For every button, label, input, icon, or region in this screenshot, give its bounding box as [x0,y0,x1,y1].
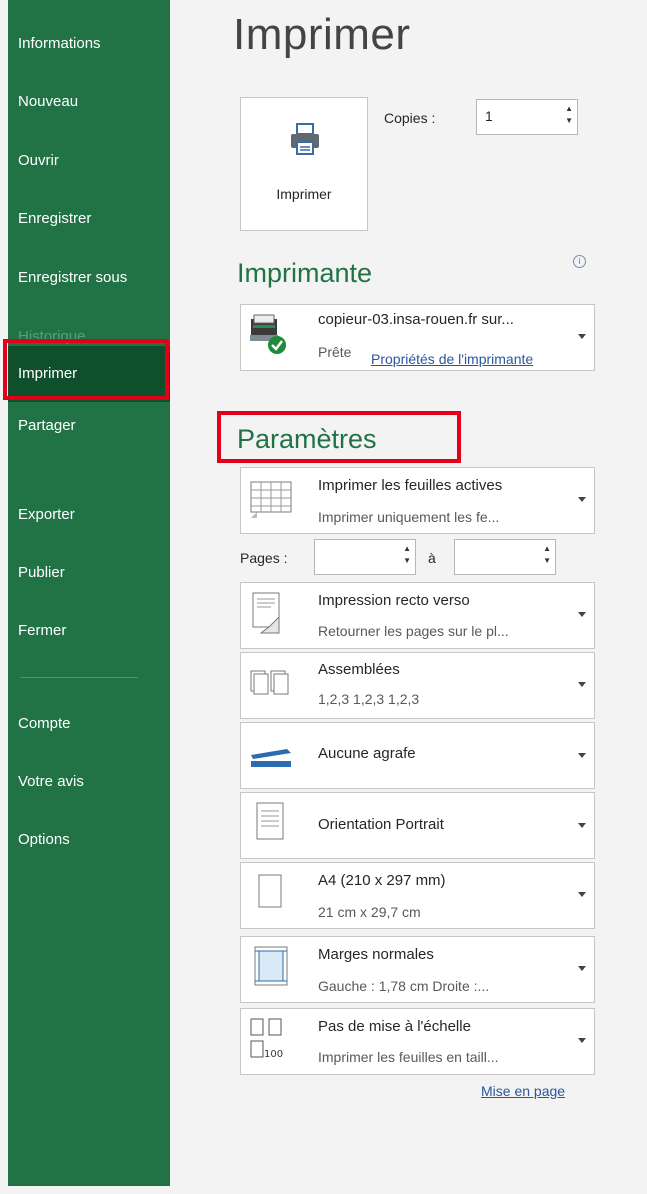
nav-nouveau[interactable]: Nouveau [18,82,78,122]
nav-separator [20,677,138,678]
staple-line1: Aucune agrafe [318,745,416,762]
printer-ready-icon [250,314,286,354]
copies-label: Copies : [384,110,436,126]
print-button-label: Imprimer [276,186,332,202]
collate-line1: Assemblées [318,661,400,678]
printer-section-title: Imprimante [237,258,373,288]
nav-imprimer[interactable]: Imprimer [8,346,170,402]
orientation-line1: Orientation Portrait [318,816,444,833]
settings-section-title: Paramètres [237,424,377,454]
margins-line1: Marges normales [318,946,434,963]
pages-to-label: à [428,550,436,566]
pages-from-input[interactable]: ▲ ▼ [314,539,416,575]
chevron-down-icon [578,753,586,758]
info-icon[interactable]: i [573,255,586,268]
chevron-down-icon [578,334,586,339]
scope-line2: Imprimer uniquement les fe... [318,509,500,525]
nav-votre-avis[interactable]: Votre avis [18,762,84,802]
printer-properties-link[interactable]: Propriétés de l'imprimante [371,351,533,367]
chevron-down-icon [578,966,586,971]
print-button[interactable]: Imprimer [240,97,368,231]
paper-line2: 21 cm x 29,7 cm [318,904,421,920]
nav-enregistrer-sous[interactable]: Enregistrer sous [18,258,127,298]
margins-line2: Gauche : 1,78 cm Droite :... [318,978,490,994]
chevron-down-icon [578,612,586,617]
print-scope-dropdown[interactable]: Imprimer les feuilles actives Imprimer u… [240,467,595,534]
stepper-arrows-icon[interactable]: ▲ ▼ [565,103,573,127]
stapler-icon [251,749,291,767]
backstage-sidebar: Informations Nouveau Ouvrir Enregistrer … [8,0,170,1186]
stepper-arrows-icon[interactable]: ▲ ▼ [543,543,551,567]
duplex-dropdown[interactable]: Impression recto verso Retourner les pag… [240,582,595,649]
collate-dropdown[interactable]: Assemblées 1,2,3 1,2,3 1,2,3 [240,652,595,719]
nav-publier[interactable]: Publier [18,553,65,593]
chevron-down-icon [578,497,586,502]
paper-size-dropdown[interactable]: A4 (210 x 297 mm) 21 cm x 29,7 cm [240,862,595,929]
paper-line1: A4 (210 x 297 mm) [318,872,446,889]
duplex-line2: Retourner les pages sur le pl... [318,623,509,639]
blank-page-icon [258,874,282,908]
pages-to-input[interactable]: ▲ ▼ [454,539,556,575]
spreadsheet-grid-icon [250,481,292,518]
stepper-arrows-icon[interactable]: ▲ ▼ [403,543,411,567]
scaling-line2: Imprimer les feuilles en taill... [318,1049,499,1065]
copies-stepper[interactable]: 1 ▲ ▼ [476,99,578,135]
portrait-page-icon [256,802,284,840]
nav-ouvrir[interactable]: Ouvrir [18,141,59,181]
nav-fermer[interactable]: Fermer [18,611,66,651]
pages-label: Pages : [240,550,288,566]
scaling-dropdown[interactable]: 100 Pas de mise à l'échelle Imprimer les… [240,1008,595,1075]
scope-line1: Imprimer les feuilles actives [318,477,503,494]
scaling-icon-text: 100 [264,1049,283,1060]
chevron-down-icon [578,823,586,828]
chevron-down-icon [578,892,586,897]
print-panel: Imprimer Imprimer Copies : 1 ▲ ▼ Impriman… [170,0,647,1194]
nav-exporter[interactable]: Exporter [18,495,75,535]
margins-dropdown[interactable]: Marges normales Gauche : 1,78 cm Droite … [240,936,595,1003]
nav-partager[interactable]: Partager [18,406,76,446]
page-setup-link[interactable]: Mise en page [481,1083,565,1099]
nav-options[interactable]: Options [18,820,70,860]
page-title: Imprimer [233,10,411,59]
nav-compte[interactable]: Compte [18,704,71,744]
collated-pages-icon [250,670,289,695]
duplex-page-icon [252,592,280,634]
printer-name: copieur-03.insa-rouen.fr sur... [318,311,514,328]
copies-value: 1 [485,108,493,124]
printer-icon [291,123,319,155]
chevron-down-icon [578,1038,586,1043]
chevron-down-icon [578,682,586,687]
collate-line2: 1,2,3 1,2,3 1,2,3 [318,691,420,707]
scaling-100-icon: 100 [250,1018,283,1060]
scaling-line1: Pas de mise à l'échelle [318,1018,471,1035]
page-margins-icon [254,946,288,986]
printer-status: Prête [318,344,352,360]
orientation-dropdown[interactable]: Orientation Portrait [240,792,595,859]
nav-enregistrer[interactable]: Enregistrer [18,199,91,239]
staple-dropdown[interactable]: Aucune agrafe [240,722,595,789]
duplex-line1: Impression recto verso [318,592,470,609]
nav-informations[interactable]: Informations [18,24,101,64]
